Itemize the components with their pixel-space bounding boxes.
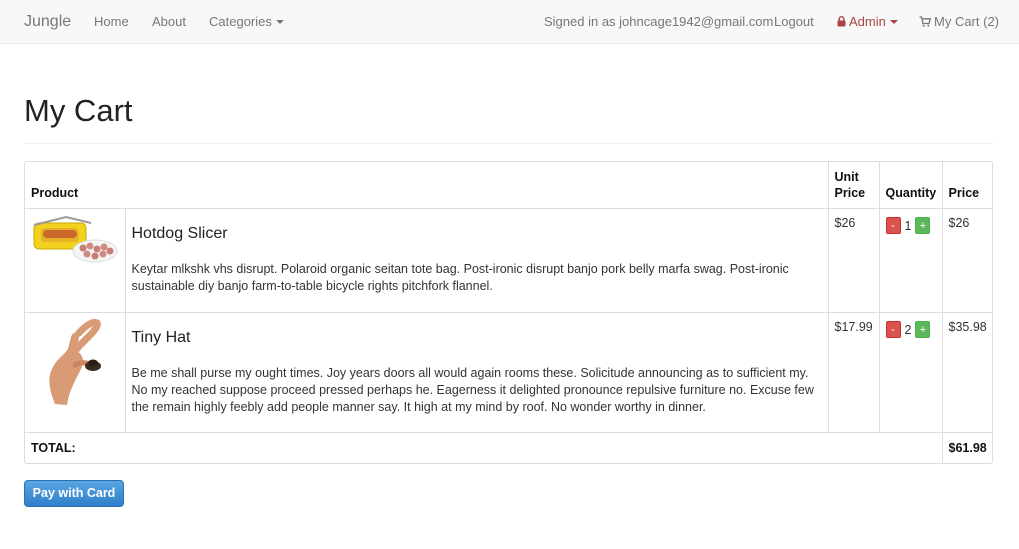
table-row: Tiny Hat Be me shall purse my ought time… [25,312,992,433]
pay-with-card-button[interactable]: Pay with Card [24,480,124,507]
nav-categories-dropdown[interactable]: Categories [209,0,284,43]
unit-price-cell: $26 [827,208,880,313]
decrease-quantity-button[interactable]: - [885,217,901,234]
tiny-hat-image [49,319,101,405]
hotdog-slicer-image [33,215,118,263]
quantity-value: 1 [904,218,912,233]
brand-link[interactable]: Jungle [24,0,71,43]
signed-in-text: Signed in as johncage1942@gmail.com [544,14,774,29]
product-name: Tiny Hat [131,329,191,346]
product-info-cell: Tiny Hat Be me shall purse my ought time… [124,312,829,433]
header-product: Product [25,162,829,209]
admin-dropdown[interactable]: Admin [837,0,898,43]
product-image-cell [25,312,126,433]
quantity-cell: - 2 + [878,312,943,433]
caret-down-icon [275,19,284,24]
product-info-cell: Hotdog Slicer Keytar mlkshk vhs disrupt.… [124,208,829,313]
increase-quantity-button[interactable]: + [915,217,931,234]
header-unit-price: Unit Price [827,162,880,209]
caret-down-icon [889,19,898,24]
quantity-cell: - 1 + [878,208,943,313]
nav-about-link[interactable]: About [152,0,186,43]
table-row: Hotdog Slicer Keytar mlkshk vhs disrupt.… [25,208,992,313]
product-image-cell [25,208,126,313]
my-cart-label: My Cart (2) [934,14,999,29]
price-cell: $35.98 [941,312,992,433]
admin-label: Admin [849,14,886,29]
decrease-quantity-button[interactable]: - [885,321,901,338]
product-description: Keytar mlkshk vhs disrupt. Polaroid orga… [131,262,789,293]
total-value: $61.98 [941,432,992,463]
increase-quantity-button[interactable]: + [915,321,931,338]
product-name: Hotdog Slicer [131,225,228,242]
total-label: TOTAL: [25,432,943,463]
product-description: Be me shall purse my ought times. Joy ye… [131,366,814,414]
logout-link[interactable]: Logout [774,0,814,43]
header-price: Price [941,162,992,209]
header-quantity: Quantity [878,162,943,209]
shopping-cart-icon [919,15,931,27]
nav-home-link[interactable]: Home [94,0,129,43]
navbar: Jungle Home About Categories Signed in a… [0,0,1019,44]
title-divider [24,143,993,144]
cart-table: Product Unit Price Quantity Price Hotdog… [24,161,993,464]
quantity-stepper: - 1 + [885,217,936,234]
quantity-stepper: - 2 + [885,321,936,338]
price-cell: $26 [941,208,992,313]
quantity-value: 2 [904,322,912,337]
lock-icon [837,15,846,27]
unit-price-cell: $17.99 [827,312,880,433]
my-cart-link[interactable]: My Cart (2) [919,0,999,43]
categories-label: Categories [209,14,272,29]
total-row: TOTAL: $61.98 [25,432,992,463]
page-title: My Cart [24,93,133,128]
